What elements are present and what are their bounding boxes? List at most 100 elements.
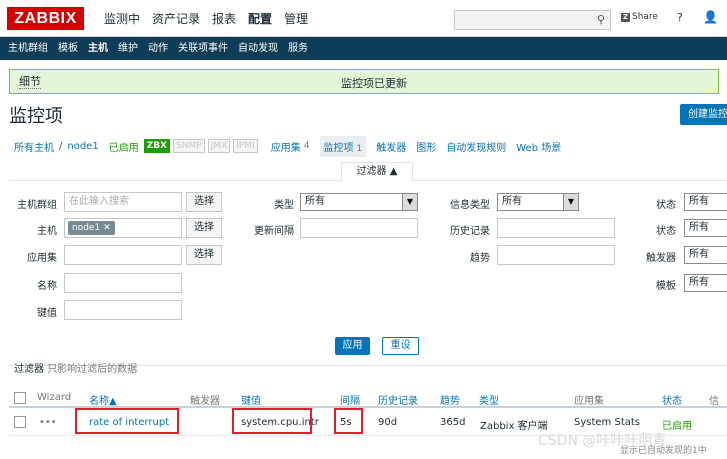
web-scenarios-link[interactable]: Web 场景	[516, 139, 561, 154]
host-group-select-button[interactable]: 选择	[186, 192, 222, 212]
application-select-button[interactable]: 选择	[186, 245, 222, 265]
dropdown-arrow-icon: ▼	[402, 194, 417, 210]
main-nav-configuration[interactable]: 配置	[242, 0, 278, 37]
sub-nav-discovery[interactable]: 自动发现	[233, 37, 283, 60]
filter-note-text: 只影响过滤后的数据	[47, 364, 138, 375]
update-interval-label: 更新间隔	[254, 226, 294, 237]
item-trends: 365d	[440, 417, 466, 428]
col-interval[interactable]: 间隔	[340, 392, 360, 407]
host-input[interactable]: node1 ✕	[64, 218, 182, 238]
items-count: 1	[356, 143, 363, 154]
host-tag-label: node1	[72, 223, 101, 233]
host-link[interactable]: node1	[67, 141, 98, 152]
row-checkbox[interactable]	[14, 416, 26, 428]
name-input[interactable]	[64, 273, 182, 293]
status-select[interactable]: 所有	[684, 219, 727, 237]
reset-filter-button[interactable]: 重设	[382, 337, 419, 355]
col-status[interactable]: 状态	[662, 392, 682, 407]
share-button[interactable]: Z Share	[621, 12, 658, 22]
filter-toggle-tab[interactable]: 过滤器 ▲	[341, 162, 413, 181]
col-history[interactable]: 历史记录	[378, 392, 418, 407]
template-label: 模板	[656, 281, 676, 292]
trends-input[interactable]	[497, 245, 615, 265]
all-hosts-link[interactable]: 所有主机	[14, 139, 54, 154]
footer-cutoff-text: 显示已自动发现的1中	[620, 446, 707, 456]
name-label: 名称	[37, 281, 57, 292]
col-wizard: Wizard	[37, 392, 72, 403]
share-icon: Z	[621, 12, 630, 22]
main-nav-monitoring[interactable]: 监测中	[98, 0, 146, 37]
sub-nav-services[interactable]: 服务	[283, 37, 313, 60]
host-group-label: 主机群组	[17, 200, 57, 211]
triggers-link[interactable]: 触发器	[376, 139, 406, 154]
top-bar: ZABBIX 监测中 资产记录 报表 配置 管理 ⚲ Z Share ? 👤	[0, 0, 727, 37]
type-select[interactable]: 所有 ▼	[300, 193, 418, 211]
user-profile-icon[interactable]: 👤	[703, 10, 718, 24]
search-icon[interactable]: ⚲	[597, 13, 605, 26]
host-status-enabled[interactable]: 已启用	[109, 139, 139, 154]
application-label: 应用集	[27, 253, 57, 264]
items-tab[interactable]: 监控项 1	[319, 135, 367, 157]
highlight-key-box	[232, 408, 312, 434]
main-nav-administration[interactable]: 管理	[278, 0, 314, 37]
col-key[interactable]: 键值	[241, 392, 261, 407]
host-group-placeholder: 在此输入搜索	[69, 196, 129, 207]
state-label: 状态	[656, 200, 676, 211]
dropdown-arrow-icon: ▼	[563, 194, 578, 210]
item-history: 90d	[378, 417, 398, 428]
help-icon[interactable]: ?	[677, 11, 683, 24]
snmp-availability-badge: SNMP	[173, 139, 205, 153]
remove-tag-icon[interactable]: ✕	[103, 223, 111, 233]
info-type-select-value: 所有	[502, 196, 522, 207]
create-item-button[interactable]: 创建监控项	[680, 104, 727, 125]
global-search-input[interactable]: ⚲	[454, 10, 611, 30]
template-select[interactable]: 所有	[684, 274, 727, 292]
host-tag: node1 ✕	[68, 221, 115, 235]
apply-filter-button[interactable]: 应用	[335, 337, 370, 355]
host-label: 主机	[37, 226, 57, 237]
col-trends[interactable]: 趋势	[440, 392, 460, 407]
host-breadcrumb: 所有主机 / node1 已启用 ZBX SNMP JMX IPMI 应用集 4…	[14, 135, 561, 157]
item-application: System Stats	[574, 417, 640, 428]
application-input[interactable]	[64, 245, 182, 265]
main-nav-reports[interactable]: 报表	[206, 0, 242, 37]
applications-link[interactable]: 应用集	[271, 139, 301, 154]
zbx-availability-badge: ZBX	[143, 139, 171, 153]
filter-note: 过滤器 只影响过滤后的数据	[14, 360, 137, 375]
triggers-select[interactable]: 所有	[684, 246, 727, 264]
history-label: 历史记录	[450, 226, 490, 237]
items-table-header: Wizard 名称▲ 触发器 键值 间隔 历史记录 趋势 类型 应用集 状态 信	[9, 388, 727, 408]
sub-nav-maintenance[interactable]: 维护	[113, 37, 143, 60]
share-label: Share	[632, 12, 658, 22]
select-all-checkbox[interactable]	[14, 392, 26, 404]
sub-nav-hosts[interactable]: 主机	[83, 37, 113, 60]
host-select-button[interactable]: 选择	[186, 218, 222, 238]
discovery-rules-link[interactable]: 自动发现规则	[446, 139, 506, 154]
info-type-select[interactable]: 所有 ▼	[497, 193, 579, 211]
sub-nav-host-groups[interactable]: 主机群组	[0, 37, 53, 60]
trends-label: 趋势	[470, 253, 490, 264]
host-group-input[interactable]: 在此输入搜索	[64, 192, 182, 212]
col-info: 信	[709, 396, 719, 407]
main-nav-inventory[interactable]: 资产记录	[146, 0, 206, 37]
sub-nav-actions[interactable]: 动作	[143, 37, 173, 60]
col-triggers: 触发器	[190, 396, 220, 407]
type-label: 类型	[274, 200, 294, 211]
col-type[interactable]: 类型	[479, 392, 499, 407]
state-select[interactable]: 所有	[684, 193, 727, 211]
wizard-menu-icon[interactable]: •••	[39, 417, 57, 428]
col-name[interactable]: 名称▲	[89, 392, 117, 407]
success-message: 细节 监控项已更新	[9, 69, 719, 94]
sub-nav-correlation[interactable]: 关联项事件	[173, 37, 233, 60]
zabbix-logo[interactable]: ZABBIX	[7, 7, 84, 30]
update-interval-input[interactable]	[300, 218, 418, 238]
main-nav: 监测中 资产记录 报表 配置 管理	[98, 0, 314, 37]
item-status-toggle[interactable]: 已启用	[662, 417, 692, 432]
applications-count: 4	[303, 141, 310, 151]
sub-nav: 主机群组 模板 主机 维护 动作 关联项事件 自动发现 服务	[0, 37, 727, 60]
key-input[interactable]	[64, 300, 182, 320]
history-input[interactable]	[497, 218, 615, 238]
highlight-interval-box	[334, 408, 363, 434]
graphs-link[interactable]: 图形	[416, 139, 436, 154]
sub-nav-templates[interactable]: 模板	[53, 37, 83, 60]
